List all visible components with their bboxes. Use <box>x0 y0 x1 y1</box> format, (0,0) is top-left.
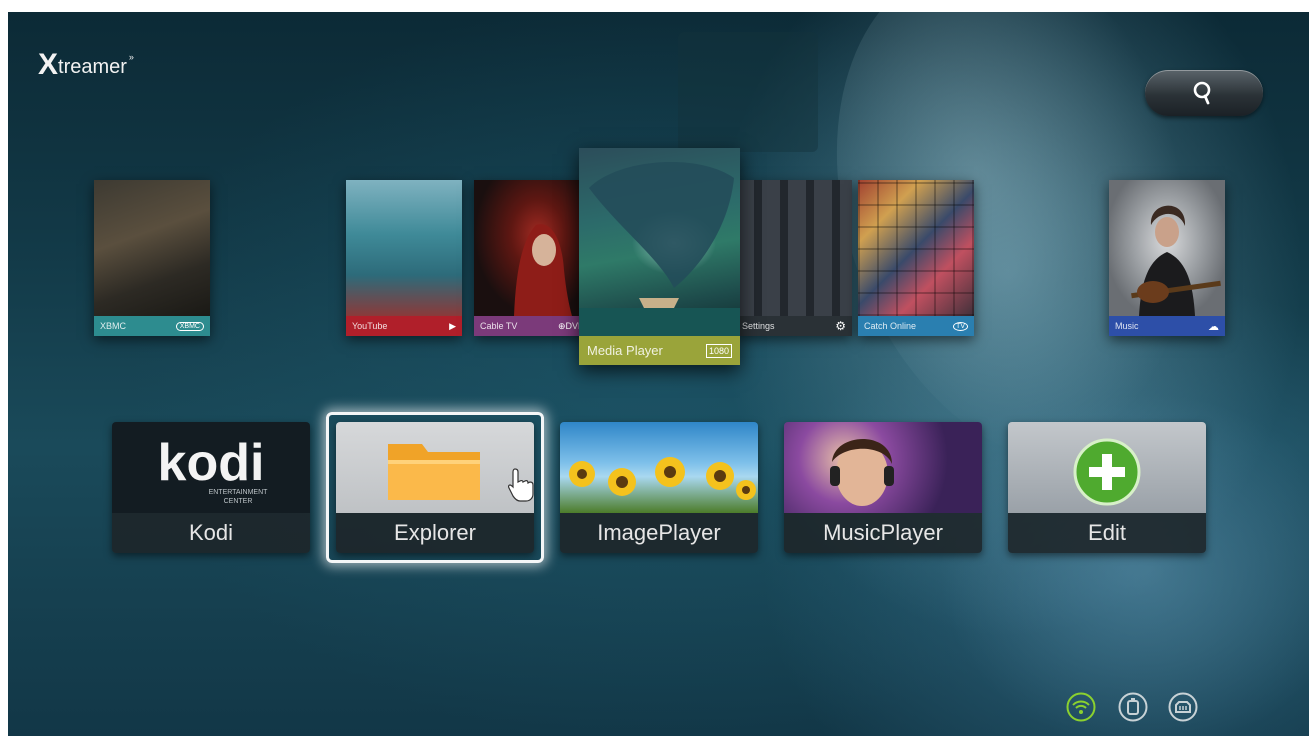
logo-signal-icon: » <box>128 52 134 62</box>
logo-text: treamer <box>58 56 127 78</box>
wifi-icon <box>1066 692 1096 722</box>
app-tile-kodi[interactable]: kodi ENTERTAINMENT CENTER Kodi <box>112 422 310 553</box>
app-tile-music-player[interactable]: MusicPlayer <box>784 422 982 553</box>
music-artwork <box>1109 180 1225 316</box>
background-poster <box>678 32 818 152</box>
kodi-logo-wordmark: kodi <box>158 434 265 492</box>
tile-label: Explorer <box>336 513 534 553</box>
usb-storage-icon <box>1118 692 1148 722</box>
kodi-logo: kodi ENTERTAINMENT CENTER <box>112 422 310 513</box>
card-label-bar: Media Player 1080 <box>579 336 740 365</box>
tile-label: MusicPlayer <box>784 513 982 553</box>
carousel-card-catch-online[interactable]: Catch Online TV <box>858 180 974 336</box>
tile-label: Kodi <box>112 513 310 553</box>
search-button[interactable] <box>1145 70 1263 116</box>
app-tile-explorer[interactable]: Explorer <box>336 422 534 553</box>
app-tile-image-player[interactable]: ImagePlayer <box>560 422 758 553</box>
card-label: YouTube <box>352 321 388 331</box>
catch-online-artwork <box>858 180 974 316</box>
card-label-bar: YouTube ▶ <box>346 316 462 336</box>
carousel-card-music[interactable]: Music ☁ <box>1109 180 1225 336</box>
card-label: Catch Online <box>864 321 917 331</box>
settings-artwork <box>736 180 852 316</box>
carousel-card-settings[interactable]: Settings ⚙ <box>736 180 852 336</box>
media-player-artwork <box>579 148 740 336</box>
kodi-logo-subtitle-1: ENTERTAINMENT <box>209 489 269 496</box>
card-label: Cable TV <box>480 321 518 331</box>
whale-boat-scene <box>579 161 740 336</box>
card-label-bar: Settings ⚙ <box>736 316 852 336</box>
cable-tv-artwork <box>474 180 590 316</box>
card-label-bar: Cable TV ⊕DVB <box>474 316 590 336</box>
card-label-bar: XBMC XBMC <box>94 316 210 336</box>
app-tile-edit[interactable]: Edit <box>1008 422 1206 553</box>
headphone-woman-image <box>784 422 982 513</box>
search-icon <box>1193 81 1211 105</box>
sunflower-image <box>560 422 758 513</box>
carousel-card-youtube[interactable]: YouTube ▶ <box>346 180 462 336</box>
card-label: Media Player <box>587 343 663 358</box>
cloud-icon: ☁ <box>1208 320 1219 333</box>
carousel-card-media-player[interactable]: Media Player 1080 <box>579 148 740 365</box>
xbmc-badge-icon: XBMC <box>175 321 204 331</box>
guitarist-figure <box>1131 205 1221 316</box>
folder-icon <box>336 422 534 513</box>
carousel-card-xbmc[interactable]: XBMC XBMC <box>94 180 210 336</box>
xbmc-artwork <box>94 180 210 316</box>
add-icon <box>1008 422 1206 513</box>
kodi-logo-graphic: kodi ENTERTAINMENT CENTER <box>158 434 269 505</box>
tile-label: Edit <box>1008 513 1206 553</box>
hand-pointer-icon <box>506 467 536 508</box>
card-label: Settings <box>742 321 775 331</box>
card-label-bar: Catch Online TV <box>858 316 974 336</box>
card-label: XBMC <box>100 321 127 331</box>
card-label-bar: Music ☁ <box>1109 316 1225 336</box>
logo-x: X <box>38 48 59 81</box>
youtube-icon: ▶ <box>449 320 456 331</box>
hd-1080-icon: 1080 <box>705 343 732 358</box>
youtube-artwork <box>346 180 462 316</box>
card-label: Music <box>1115 321 1139 331</box>
tile-label: ImagePlayer <box>560 513 758 553</box>
ethernet-icon <box>1168 692 1198 722</box>
carousel-card-cable-tv[interactable]: Cable TV ⊕DVB <box>474 180 590 336</box>
red-hood-figure <box>514 224 572 316</box>
kodi-logo-subtitle-2: CENTER <box>224 498 253 505</box>
tv-icon: TV <box>953 321 968 331</box>
xtreamer-logo: X treamer » <box>38 50 134 84</box>
home-screen: X treamer » XBMC XBMC YouTube ▶ Cable TV… <box>8 12 1309 736</box>
gear-icon: ⚙ <box>835 319 846 333</box>
